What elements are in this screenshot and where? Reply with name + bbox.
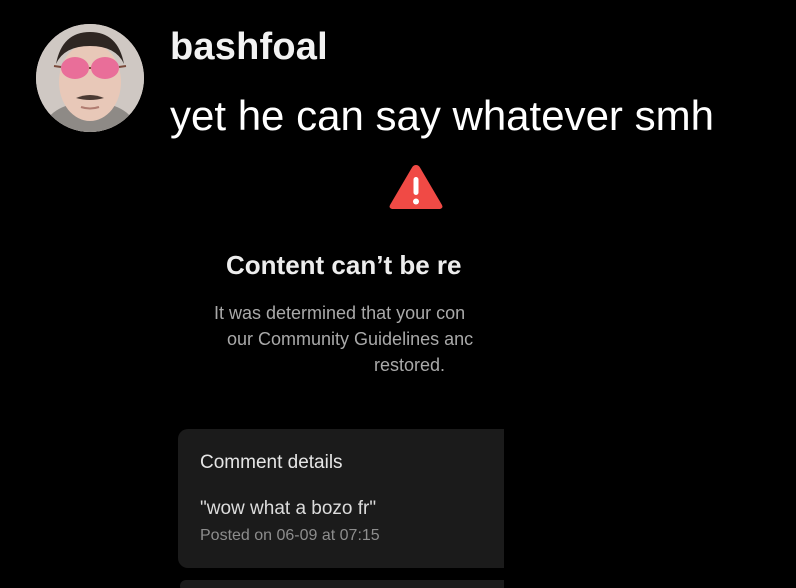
comment-details-card: Comment details "wow what a bozo fr" Pos… xyxy=(178,429,504,568)
post-caption: yet he can say whatever smh xyxy=(170,92,714,139)
warning-triangle-icon xyxy=(389,165,443,209)
username[interactable]: bashfoal xyxy=(170,26,328,69)
notice-message-line: It was determined that your con xyxy=(214,303,466,323)
comment-timestamp: Posted on 06-09 at 07:15 xyxy=(200,527,380,544)
notice-title: Content can’t be re xyxy=(226,250,462,280)
comment-text: "wow what a bozo fr" xyxy=(200,498,377,519)
notice-message-line: our Community Guidelines anc xyxy=(227,329,474,349)
avatar[interactable] xyxy=(36,24,144,132)
comment-details-heading: Comment details xyxy=(200,452,343,473)
embedded-screenshot: Content can’t be re It was determined th… xyxy=(176,150,504,588)
profile-photo xyxy=(36,24,144,132)
notice-message-line: restored. xyxy=(374,355,446,375)
next-card-edge xyxy=(180,580,504,588)
